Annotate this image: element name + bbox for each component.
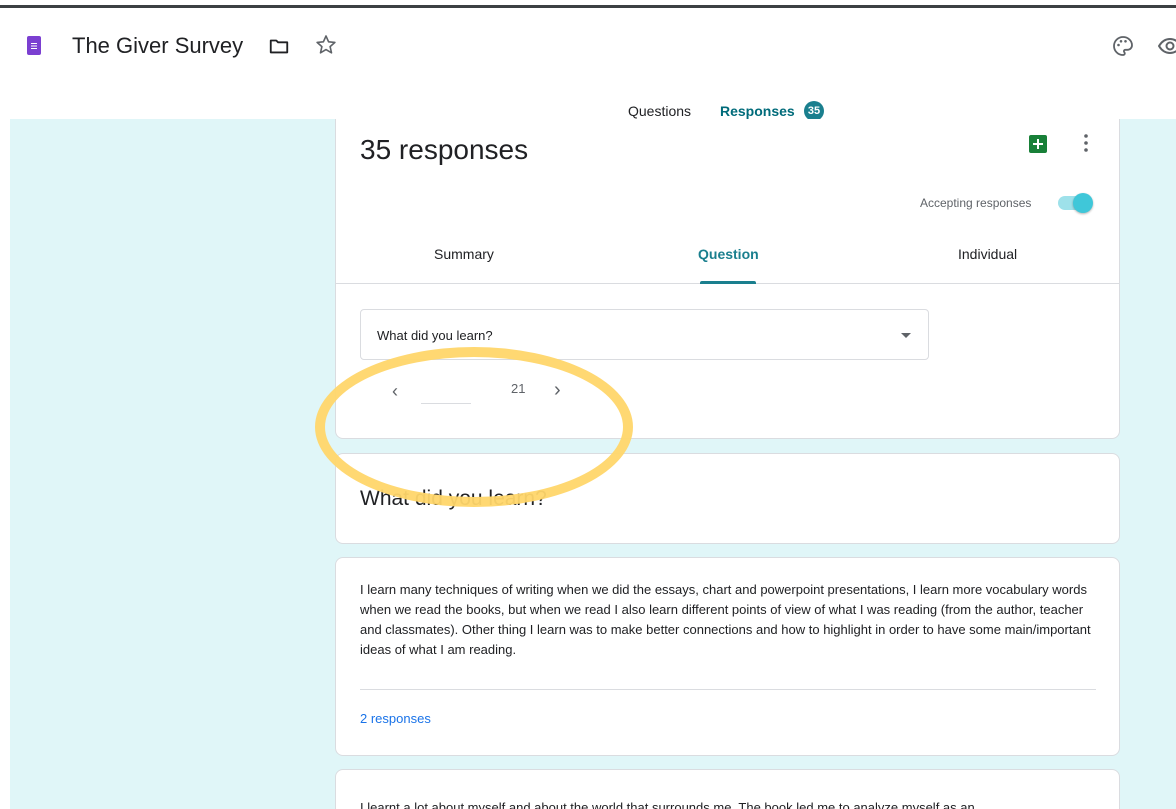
question-title-card: What did you learn? xyxy=(335,453,1120,544)
palette-icon[interactable] xyxy=(1111,34,1135,58)
answer-card: I learnt a lot about myself and about th… xyxy=(335,769,1120,809)
answer-card: I learn many techniques of writing when … xyxy=(335,557,1120,756)
question-select[interactable]: What did you learn? xyxy=(360,309,929,360)
responses-count-badge: 35 xyxy=(804,101,824,121)
page-number-input[interactable] xyxy=(421,378,471,404)
active-subtab-indicator xyxy=(700,281,756,284)
chevron-right-icon[interactable]: › xyxy=(554,379,561,402)
star-icon[interactable] xyxy=(314,33,338,57)
responses-count-title: 35 responses xyxy=(360,134,529,165)
chevron-left-icon[interactable]: ‹ xyxy=(392,381,398,402)
question-title: What did you learn? xyxy=(360,487,547,510)
page-total: 21 xyxy=(511,381,526,396)
forms-icon[interactable] xyxy=(27,36,41,55)
responses-panel: 35 responses Accepting responses Summary… xyxy=(10,119,1176,809)
answer-text: I learn many techniques of writing when … xyxy=(360,582,1091,657)
question-select-value: What did you learn? xyxy=(377,328,493,343)
tab-individual[interactable]: Individual xyxy=(958,246,1017,262)
tab-summary[interactable]: Summary xyxy=(434,246,494,262)
eye-icon[interactable] xyxy=(1158,36,1176,56)
folder-icon[interactable] xyxy=(268,35,290,57)
answer-responses-link[interactable]: 2 responses xyxy=(360,711,431,726)
top-border xyxy=(0,0,1176,8)
toggle-knob xyxy=(1073,193,1093,213)
more-vert-icon[interactable] xyxy=(1084,134,1088,152)
responses-view-tabs: Summary Question Individual xyxy=(336,230,1119,284)
tab-questions[interactable]: Questions xyxy=(628,103,691,119)
accepting-responses-label: Accepting responses xyxy=(920,196,1032,210)
tab-question[interactable]: Question xyxy=(698,246,759,262)
accepting-responses-toggle[interactable] xyxy=(1056,193,1093,213)
responses-summary-card: 35 responses Accepting responses Summary… xyxy=(335,119,1120,439)
answer-text: I learnt a lot about myself and about th… xyxy=(360,800,975,809)
sheets-icon[interactable] xyxy=(1029,135,1047,153)
dropdown-arrow-icon xyxy=(901,333,911,338)
doc-title[interactable]: The Giver Survey xyxy=(72,33,243,59)
divider xyxy=(360,689,1096,690)
question-pager: ‹ 21 › xyxy=(360,375,580,415)
tab-responses-label: Responses xyxy=(720,103,795,119)
app-header: The Giver Survey Questions Responses 35 xyxy=(0,11,1176,130)
